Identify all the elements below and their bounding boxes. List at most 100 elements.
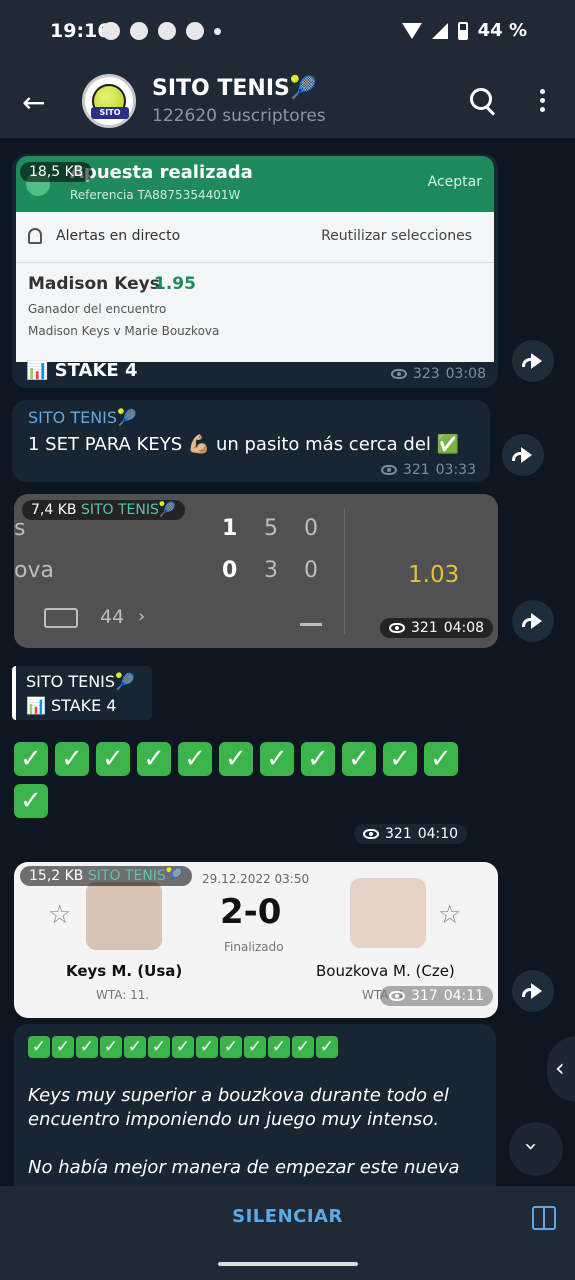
scroll-down-button[interactable]: › xyxy=(509,1122,563,1176)
player-1-rank: WTA: 11. xyxy=(96,988,150,1002)
check-mark-icon: ✓ xyxy=(301,742,335,776)
divider xyxy=(344,508,345,634)
search-icon[interactable] xyxy=(470,88,492,110)
view-count: 321 xyxy=(402,462,430,478)
signal-icon xyxy=(431,22,448,39)
wifi-icon xyxy=(401,22,422,39)
forward-button[interactable] xyxy=(512,340,554,382)
bell-icon xyxy=(28,228,42,244)
bet-player: Madison Keys xyxy=(28,274,160,294)
view-count: 321 xyxy=(411,620,438,636)
row1-score-3: 0 xyxy=(304,516,318,541)
back-arrow-icon[interactable]: ← xyxy=(22,86,45,119)
message-time: 04:11 xyxy=(443,988,485,1004)
channel-avatar[interactable]: SITO xyxy=(82,74,136,128)
share-icon xyxy=(521,983,542,999)
row1-score-1: 1 xyxy=(222,516,238,541)
check-mark-icon: ✓ xyxy=(178,742,212,776)
share-icon xyxy=(511,447,532,463)
message-author[interactable]: SITO TENIS🎾 xyxy=(28,408,137,427)
match-datetime: 29.12.2022 03:50 xyxy=(202,872,310,886)
message-meta: 321 04:08 xyxy=(380,618,494,638)
message-meta: 321 03:33 xyxy=(380,462,476,478)
star-icon[interactable]: ☆ xyxy=(48,900,71,930)
row2-score-1: 0 xyxy=(222,558,238,583)
check-mark-icon: ✓ xyxy=(383,742,417,776)
message-meta: 323 03:08 xyxy=(390,366,486,382)
message-caption: 📊 STAKE 4 xyxy=(26,360,138,381)
check-mark-icon: ✓ xyxy=(424,742,458,776)
notification-icons xyxy=(102,22,221,40)
whatsapp-icon xyxy=(102,22,120,40)
row2-score-3: 0 xyxy=(304,558,318,583)
bet-odds: 1.95 xyxy=(154,274,196,294)
player-2-name: Bouzkova M. (Cze) xyxy=(316,962,455,980)
forward-button[interactable] xyxy=(502,434,544,476)
check-mark-icon: ✓ xyxy=(137,742,171,776)
gift-icon[interactable] xyxy=(532,1206,556,1230)
message-paragraph-2: No había mejor manera de empezar este nu… xyxy=(28,1157,460,1178)
live-odds: 1.03 xyxy=(408,562,460,588)
row1-score-2: 5 xyxy=(264,516,278,541)
image-author: SITO TENIS🎾 xyxy=(80,502,177,518)
bet-reference: Referencia TA8875354401W xyxy=(70,188,241,202)
check-mark-icon: ✓ xyxy=(14,784,48,818)
mute-button[interactable]: SILENCIAR xyxy=(0,1206,575,1227)
check-mark-icon: ✓ xyxy=(219,742,253,776)
player-1-name: Keys M. (Usa) xyxy=(66,962,183,980)
bottom-bar: SILENCIAR xyxy=(0,1186,575,1280)
message-paragraph-1: Keys muy superior a bouzkova durante tod… xyxy=(28,1085,449,1130)
live-alerts[interactable]: Alertas en directo xyxy=(56,228,180,244)
subscriber-count: 122620 suscriptores xyxy=(152,106,326,126)
check-mark-icon: ✓ xyxy=(55,742,89,776)
channel-title[interactable]: SITO TENIS🎾 xyxy=(152,76,317,101)
file-size-badge: 18,5 KB xyxy=(20,162,93,182)
chevron-left-icon: ‹ xyxy=(555,1054,565,1082)
avatar-label: SITO xyxy=(91,107,129,119)
dot-icon xyxy=(214,28,221,35)
system-indicators: 44 % xyxy=(401,20,527,41)
more-menu-icon[interactable] xyxy=(540,89,545,112)
checkmarks-row: ✓ ✓ ✓ ✓ ✓ ✓ ✓ ✓ ✓ ✓ ✓ ✓ ✓ xyxy=(28,1036,340,1058)
checkmarks-row-2: ✓ xyxy=(14,784,55,818)
player-2-photo xyxy=(350,878,426,948)
file-size-badge: 15,2 KB SITO TENIS🎾 xyxy=(20,866,193,886)
forward-button[interactable] xyxy=(512,600,554,642)
message-list[interactable]: Apuesta realizada Referencia TA887535440… xyxy=(0,138,575,1186)
accept-button[interactable]: Aceptar xyxy=(428,174,482,190)
bet-match: Madison Keys v Marie Bouzkova xyxy=(28,324,220,338)
bet-market: Ganador del encuentro xyxy=(28,302,167,316)
file-size-badge: 7,4 KB SITO TENIS🎾 xyxy=(22,500,186,520)
message-score-image[interactable]: s 1 5 0 ova 0 3 0 44 › 1.03 7,4 KB SITO … xyxy=(14,494,498,648)
message-match-card[interactable]: ☆ 29.12.2022 03:50 2-0 Finalizado ☆ Keys… xyxy=(14,862,498,1018)
chevron-right-icon: › xyxy=(138,606,146,627)
battery-icon xyxy=(457,21,468,40)
message-long-text[interactable]: ✓ ✓ ✓ ✓ ✓ ✓ ✓ ✓ ✓ ✓ ✓ ✓ ✓ Keys muy superior a bouzko… xyxy=(14,1024,496,1186)
message-text[interactable]: SITO TENIS🎾 1 SET PARA KEYS 💪🏼 un pasito… xyxy=(12,400,490,482)
row1-player: s xyxy=(14,516,26,541)
views-icon xyxy=(389,623,405,633)
message-time: 03:08 xyxy=(445,366,486,382)
check-mark-icon: ✓ xyxy=(260,742,294,776)
reply-preview[interactable]: SITO TENIS🎾 📊 STAKE 4 xyxy=(12,666,152,720)
chat-icon xyxy=(130,22,148,40)
views-icon xyxy=(363,829,379,839)
bet-title: Apuesta realizada xyxy=(70,162,253,183)
check-mark-icon: ✓ xyxy=(342,742,376,776)
view-count: 321 xyxy=(385,826,412,842)
star-icon[interactable]: ☆ xyxy=(438,900,461,930)
battery-level: 44 % xyxy=(477,20,527,41)
reuse-selections[interactable]: Reutilizar selecciones xyxy=(321,228,472,244)
share-icon xyxy=(521,613,542,629)
views-icon xyxy=(380,465,397,475)
chevron-down-icon: › xyxy=(517,1142,543,1151)
message-bet-slip[interactable]: Apuesta realizada Referencia TA887535440… xyxy=(12,154,498,388)
discord-icon xyxy=(186,22,204,40)
share-icon xyxy=(521,353,542,369)
reply-text: 📊 STAKE 4 xyxy=(26,696,117,715)
status-bar: 19:16 44 % xyxy=(0,0,575,64)
message-text-body: 1 SET PARA KEYS 💪🏼 un pasito más cerca d… xyxy=(28,434,460,455)
message-meta: 321 04:10 xyxy=(354,824,468,844)
match-score: 2-0 xyxy=(220,892,282,932)
forward-button[interactable] xyxy=(512,970,554,1012)
